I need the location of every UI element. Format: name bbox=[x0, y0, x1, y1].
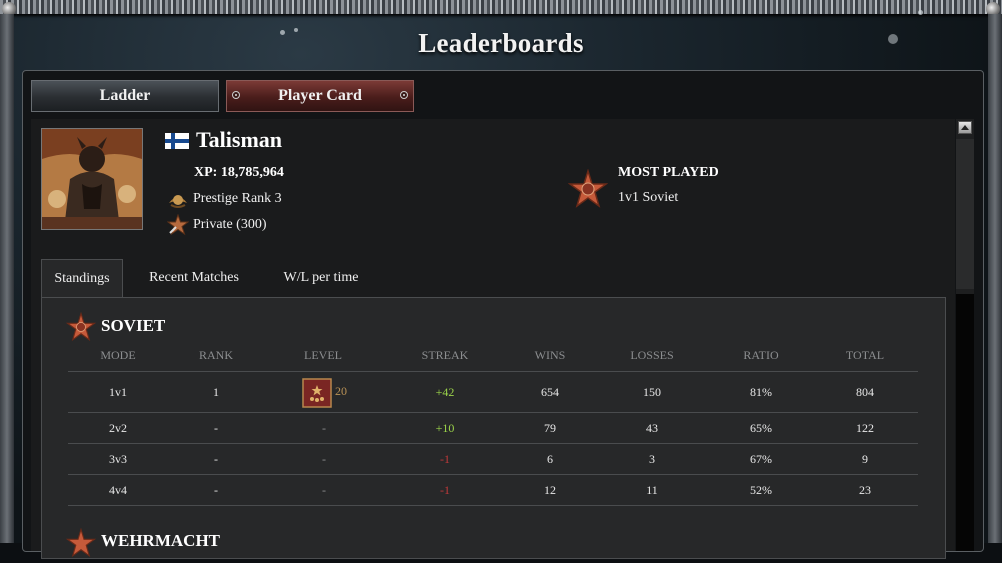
column-header-ratio: RATIO bbox=[743, 348, 779, 362]
cell-losses: 3 bbox=[649, 452, 655, 466]
column-header-streak: STREAK bbox=[421, 348, 469, 362]
window-title: Leaderboards bbox=[418, 28, 584, 58]
row-divider bbox=[68, 412, 918, 413]
tab-recent-matches[interactable]: Recent Matches bbox=[139, 259, 249, 297]
finland-flag-icon bbox=[165, 133, 189, 149]
rivet-icon bbox=[232, 91, 240, 99]
cell-ratio: 65% bbox=[750, 421, 772, 435]
cell-total: 9 bbox=[862, 452, 868, 466]
column-header-rank: RANK bbox=[198, 348, 233, 362]
row-divider bbox=[68, 474, 918, 475]
cell-level: - bbox=[322, 452, 326, 466]
cell-losses: 43 bbox=[646, 421, 658, 435]
cell-level: - bbox=[322, 483, 326, 497]
soviet-faction-icon bbox=[65, 311, 97, 347]
cell-streak: +10 bbox=[435, 421, 455, 435]
cell-rank: - bbox=[214, 483, 218, 497]
cell-total: 23 bbox=[859, 483, 871, 497]
player-avatar bbox=[41, 128, 143, 230]
row-divider bbox=[68, 371, 918, 372]
cell-rank: 1 bbox=[213, 385, 219, 399]
frame-left-border bbox=[0, 14, 14, 543]
cell-wins: 654 bbox=[541, 385, 559, 399]
wehrmacht-faction-icon bbox=[65, 527, 97, 563]
private-rank-icon bbox=[166, 213, 190, 241]
cell-ratio: 81% bbox=[750, 385, 772, 399]
cell-losses: 11 bbox=[646, 483, 658, 497]
cell-ratio: 52% bbox=[750, 483, 772, 497]
level-badge-icon bbox=[302, 378, 332, 413]
window-frame: Leaderboards Ladder Player Card Talisman… bbox=[0, 0, 1002, 559]
cell-ratio: 67% bbox=[750, 452, 772, 466]
player-card-content: Talisman XP: 18,785,964 Prestige Rank 3 … bbox=[31, 119, 955, 559]
frame-top-border bbox=[0, 0, 1002, 14]
row-divider bbox=[68, 443, 918, 444]
player-name: Talisman bbox=[196, 127, 283, 152]
cell-rank: - bbox=[214, 452, 218, 466]
cell-wins: 6 bbox=[547, 452, 553, 466]
tab-standings[interactable]: Standings bbox=[41, 259, 123, 298]
tab-player-card-label: Player Card bbox=[278, 87, 362, 104]
column-header-total: TOTAL bbox=[845, 348, 885, 362]
most-played-value: 1v1 Soviet bbox=[618, 190, 679, 205]
most-played-label: MOST PLAYED bbox=[618, 165, 719, 180]
cell-mode: 3v3 bbox=[109, 452, 127, 466]
tab-player-card[interactable]: Player Card bbox=[226, 80, 414, 112]
scroll-thumb[interactable] bbox=[956, 294, 974, 551]
leaderboard-panel: Ladder Player Card Talisman XP: 18,785,9… bbox=[22, 70, 984, 559]
cell-losses: 150 bbox=[643, 385, 661, 399]
vertical-scrollbar[interactable] bbox=[956, 119, 974, 551]
cell-streak: -1 bbox=[440, 452, 450, 466]
cell-wins: 12 bbox=[544, 483, 556, 497]
faction-title: SOVIET bbox=[101, 316, 166, 335]
cell-streak: -1 bbox=[440, 483, 450, 497]
cell-mode: 4v4 bbox=[109, 483, 127, 497]
prestige-rank: Prestige Rank 3 bbox=[193, 191, 282, 206]
column-header-mode: MODE bbox=[100, 348, 136, 362]
cell-mode: 1v1 bbox=[109, 385, 127, 399]
cell-total: 122 bbox=[856, 421, 874, 435]
standings-panel: SOVIET MODE RANK LEVEL STREAK WINS LOSSE… bbox=[41, 297, 946, 559]
column-header-level: LEVEL bbox=[304, 348, 342, 362]
scroll-up-arrow-icon[interactable] bbox=[958, 121, 972, 134]
player-xp: XP: 18,785,964 bbox=[194, 165, 284, 180]
frame-right-border bbox=[988, 14, 1002, 543]
rivet-icon bbox=[400, 91, 408, 99]
cell-wins: 79 bbox=[544, 421, 556, 435]
prestige-rank-icon bbox=[167, 189, 189, 214]
decor-speck bbox=[918, 10, 923, 15]
scroll-track[interactable] bbox=[956, 139, 974, 289]
cell-streak: +42 bbox=[435, 385, 455, 399]
cell-mode: 2v2 bbox=[109, 421, 127, 435]
player-rank: Private (300) bbox=[193, 217, 267, 232]
cell-level: 20 bbox=[335, 384, 347, 398]
column-header-wins: WINS bbox=[534, 348, 566, 362]
next-faction-title: WEHRMACHT bbox=[101, 531, 220, 550]
cell-level: - bbox=[322, 421, 326, 435]
cell-total: 804 bbox=[856, 385, 874, 399]
row-divider bbox=[68, 505, 918, 506]
tab-ladder[interactable]: Ladder bbox=[31, 80, 219, 112]
tab-wl-per-time[interactable]: W/L per time bbox=[271, 259, 371, 297]
soviet-star-icon bbox=[567, 168, 609, 214]
column-header-losses: LOSSES bbox=[630, 348, 674, 362]
cell-rank: - bbox=[214, 421, 218, 435]
